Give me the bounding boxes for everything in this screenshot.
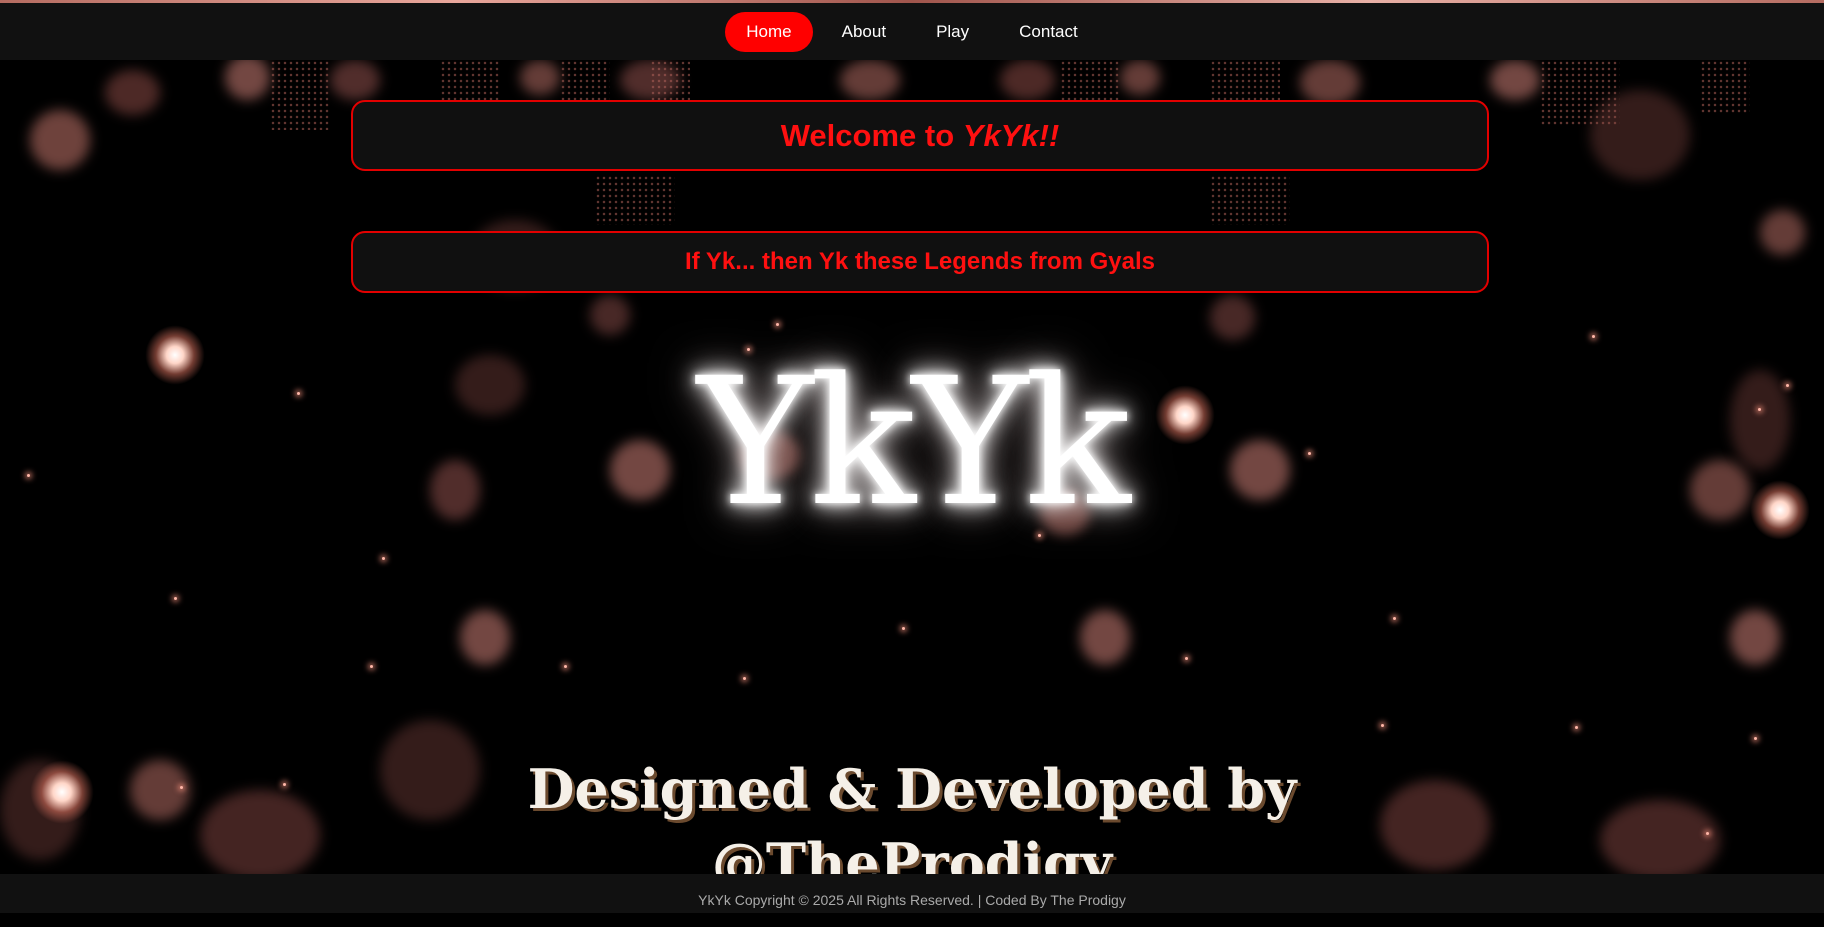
tagline-text: If Yk... then Yk these Legends from Gyal… — [685, 248, 1155, 275]
bokeh-light — [590, 295, 630, 335]
nav-item-contact[interactable]: Contact — [998, 12, 1099, 52]
bokeh-light — [1300, 60, 1360, 105]
dot-cluster — [1700, 60, 1750, 115]
footer: YkYk Copyright © 2025 All Rights Reserve… — [0, 874, 1824, 913]
sparkle — [743, 677, 746, 680]
bokeh-light — [1490, 60, 1540, 100]
bokeh-light — [30, 110, 90, 170]
nav-item-home[interactable]: Home — [725, 11, 813, 52]
sparkle — [1754, 737, 1757, 740]
dot-cluster — [560, 60, 610, 100]
dot-cluster — [1060, 60, 1120, 100]
bokeh-light — [1120, 60, 1160, 95]
bokeh-light — [1730, 610, 1780, 665]
footer-copyright: YkYk Copyright © 2025 All Rights Reserve… — [698, 892, 1126, 908]
sparkle — [1185, 657, 1188, 660]
dot-cluster — [595, 175, 675, 225]
bokeh-light — [520, 60, 560, 95]
dot-cluster — [270, 60, 330, 130]
welcome-prefix: Welcome to — [780, 118, 963, 153]
sparkle — [174, 597, 177, 600]
sparkle — [370, 665, 373, 668]
bokeh-light — [1000, 60, 1055, 100]
credit-line-1: Designed & Developed by — [527, 757, 1297, 821]
bokeh-light — [1590, 90, 1690, 180]
dot-cluster — [1210, 175, 1290, 225]
bokeh-light — [1080, 610, 1130, 665]
sparkle — [902, 627, 905, 630]
sparkle — [1592, 335, 1595, 338]
sparkle — [1381, 724, 1384, 727]
bokeh-light — [1760, 210, 1805, 255]
nav-item-play[interactable]: Play — [915, 12, 990, 52]
main-nav: Home About Play Contact — [0, 3, 1824, 60]
top-image-strip — [0, 0, 1824, 3]
bokeh-light — [330, 60, 380, 100]
bokeh-light — [105, 70, 160, 115]
welcome-banner: Welcome to YkYk!! — [351, 100, 1489, 171]
welcome-highlight: YkYk!! — [962, 118, 1060, 153]
sparkle — [1393, 617, 1396, 620]
sparkle — [564, 665, 567, 668]
bokeh-light — [225, 55, 270, 100]
dot-cluster — [440, 60, 500, 105]
nav-item-about[interactable]: About — [821, 12, 907, 52]
sparkle — [776, 323, 779, 326]
sparkle — [382, 557, 385, 560]
bokeh-light — [840, 60, 900, 100]
site-logo-text: YkYk — [697, 340, 1131, 545]
bokeh-light — [460, 610, 510, 665]
bokeh-light — [620, 60, 680, 100]
bokeh-light — [1210, 295, 1255, 340]
dot-cluster — [1210, 60, 1280, 100]
tagline-banner: If Yk... then Yk these Legends from Gyal… — [351, 231, 1489, 293]
sparkle — [1575, 726, 1578, 729]
